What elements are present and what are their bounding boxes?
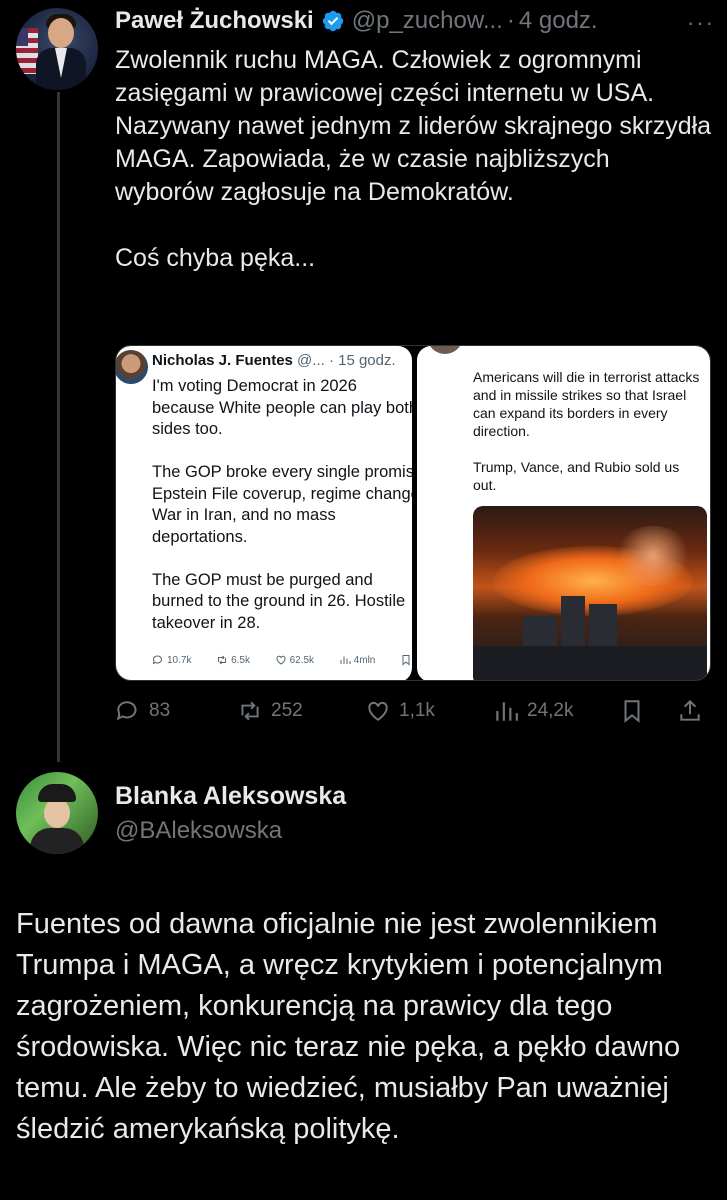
avatar[interactable] xyxy=(16,772,98,854)
tweet-paragraph: Zwolennik ruchu MAGA. Człowiek z ogromny… xyxy=(115,46,712,206)
repost-icon xyxy=(218,655,227,665)
like-button[interactable]: 1,1k xyxy=(365,698,435,724)
like-count: 1,1k xyxy=(399,700,435,721)
separator: · xyxy=(506,7,515,34)
bookmark-button[interactable] xyxy=(619,698,645,724)
embedded-views: 4mln xyxy=(339,654,375,666)
repost-icon xyxy=(241,701,259,721)
embedded-screenshot-right[interactable]: Americans will die in terrorist attacks … xyxy=(417,346,710,680)
embedded-replies: 10.7k xyxy=(152,654,191,666)
embedded-timestamp: · 15 godz. xyxy=(328,352,396,369)
timestamp[interactable]: 4 godz. xyxy=(519,7,598,35)
embedded-avatar xyxy=(116,350,148,384)
bookmark-icon xyxy=(624,700,640,723)
embedded-bookmark xyxy=(400,654,412,666)
thread-line xyxy=(57,92,60,762)
repost-button[interactable]: 252 xyxy=(237,698,303,724)
more-icon[interactable]: ··· xyxy=(687,10,715,36)
tweet-actions: 83 252 1,1k 24,2k xyxy=(115,698,715,732)
embedded-text: Americans will die in terrorist attacks … xyxy=(473,369,700,493)
flag-image xyxy=(16,28,38,74)
tweet-text: Zwolennik ruchu MAGA. Człowiek z ogromny… xyxy=(115,44,715,275)
embedded-screenshot-left[interactable]: Nicholas J. Fuentes @... · 15 godz. I'm … xyxy=(116,346,412,680)
tweet-paragraph: Coś chyba pęka... xyxy=(115,244,316,272)
embedded-likes: 62.5k xyxy=(275,654,314,666)
like-icon xyxy=(368,701,388,721)
embedded-author-name: Nicholas J. Fuentes xyxy=(152,352,293,369)
embedded-actions: 10.7k 6.5k 62.5k 4mln xyxy=(152,654,412,666)
tweet-header: Paweł Żuchowski @p_zuchow... · 4 godz. ·… xyxy=(115,4,715,38)
share-icon xyxy=(680,699,700,721)
views-icon xyxy=(340,656,351,664)
reply-author-handle[interactable]: @BAleksowska xyxy=(115,817,282,845)
explosion-photo[interactable] xyxy=(473,506,707,680)
views-count: 24,2k xyxy=(527,700,574,721)
reply-author-name[interactable]: Blanka Aleksowska xyxy=(115,782,346,811)
tweet-media[interactable]: Nicholas J. Fuentes @... · 15 godz. I'm … xyxy=(115,345,711,681)
reply-count: 83 xyxy=(149,700,171,721)
reply-icon xyxy=(116,701,137,721)
author-name[interactable]: Paweł Żuchowski xyxy=(115,7,314,35)
embedded-text: I'm voting Democrat in 2026 because Whit… xyxy=(152,377,412,632)
embedded-avatar xyxy=(427,346,463,354)
author-handle[interactable]: @p_zuchow... xyxy=(352,7,503,35)
repost-count: 252 xyxy=(271,700,303,721)
like-icon xyxy=(276,655,286,665)
avatar[interactable] xyxy=(16,8,98,90)
reply-text: Fuentes od dawna oficjalnie nie jest zwo… xyxy=(16,908,681,1145)
views-icon xyxy=(496,702,518,721)
share-button[interactable] xyxy=(677,698,703,724)
views-button[interactable]: 24,2k xyxy=(493,698,573,724)
reply-button[interactable]: 83 xyxy=(115,698,170,724)
reply-icon xyxy=(152,655,162,665)
bookmark-icon xyxy=(402,655,410,666)
embedded-reposts: 6.5k xyxy=(216,654,250,666)
verified-badge-icon xyxy=(322,10,343,32)
embedded-header: Nicholas J. Fuentes @... · 15 godz. xyxy=(152,352,396,369)
embedded-author-handle: @... xyxy=(297,352,325,369)
